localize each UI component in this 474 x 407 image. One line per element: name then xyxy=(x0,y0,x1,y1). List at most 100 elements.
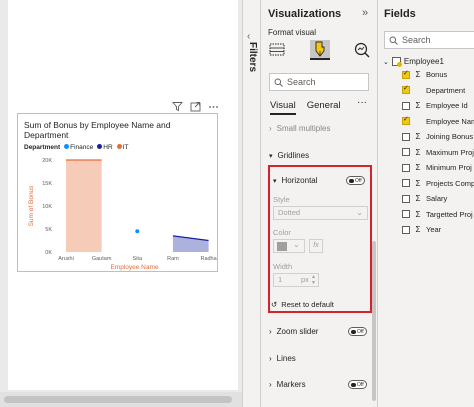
y-tick-label: 15K xyxy=(42,181,52,187)
lines-card[interactable]: › Lines xyxy=(269,354,296,363)
tab-visual[interactable]: Visual xyxy=(270,100,296,115)
field-item[interactable]: Σ Joining Bonus xyxy=(402,132,473,141)
field-label: Year xyxy=(426,225,442,234)
more-options-icon[interactable] xyxy=(208,101,219,112)
field-checkbox[interactable] xyxy=(402,101,410,110)
chevron-left-icon[interactable]: ‹ xyxy=(247,31,250,42)
sigma-icon: Σ xyxy=(415,163,421,172)
legend-item-finance[interactable]: Finance xyxy=(64,144,93,151)
small-multiples-card[interactable]: › Small multiples xyxy=(269,124,330,133)
field-checkbox[interactable] xyxy=(402,163,410,172)
horizontal-section-header[interactable]: ▾ Horizontal xyxy=(273,176,318,185)
field-checkbox[interactable] xyxy=(402,210,410,218)
legend-item-hr[interactable]: HR xyxy=(97,144,113,151)
sigma-icon: Σ xyxy=(415,101,421,110)
canvas-horizontal-scrollbar[interactable] xyxy=(0,392,242,407)
conditional-format-button[interactable]: fx xyxy=(309,239,323,253)
x-axis-title: Employee Name xyxy=(110,264,158,271)
more-options-icon[interactable]: ··· xyxy=(357,97,367,108)
reset-to-default-button[interactable]: ↺ Reset to default xyxy=(271,300,334,309)
legend-dot xyxy=(116,144,122,149)
field-checkbox[interactable] xyxy=(402,115,410,125)
field-checkbox[interactable] xyxy=(402,194,410,203)
focus-mode-icon[interactable] xyxy=(190,101,201,112)
horizontal-toggle[interactable]: Off xyxy=(346,176,365,185)
toggle-knob xyxy=(351,329,356,334)
chart-plot: 0K 5K 10K 15K 20K Arushi Gautam Sita Ram Radha Emp… xyxy=(28,158,218,271)
filters-label[interactable]: Filters xyxy=(247,42,258,72)
field-item[interactable]: Σ Salary xyxy=(402,194,447,203)
toggle-knob xyxy=(349,178,354,183)
toggle-state: Off xyxy=(357,329,364,335)
lines-label: Lines xyxy=(276,354,296,363)
markers-label: Markers xyxy=(276,380,306,389)
field-checkbox[interactable] xyxy=(402,148,410,156)
fields-search-input[interactable]: Search xyxy=(384,31,474,49)
format-pane-scrollbar[interactable] xyxy=(371,96,377,407)
chevron-right-icon: › xyxy=(269,124,272,133)
visualizations-title: Visualizations xyxy=(268,8,342,20)
legend-dot xyxy=(64,144,70,149)
field-item[interactable]: Σ Employee Id xyxy=(402,101,468,110)
stepper-icon[interactable]: ▲ ▼ xyxy=(311,274,316,286)
table-employee1[interactable]: ⌄ Employee1 xyxy=(383,57,444,67)
color-label: Color xyxy=(273,228,291,237)
scrollbar-thumb[interactable] xyxy=(372,241,376,401)
legend-item-it[interactable]: IT xyxy=(116,144,128,151)
field-label: Joining Bonus xyxy=(426,132,474,141)
field-item[interactable]: Σ Projects Comp xyxy=(402,179,474,188)
field-label: Bonus xyxy=(426,70,448,79)
toggle-knob xyxy=(351,382,356,387)
field-item[interactable]: Employee Nam xyxy=(402,115,474,126)
chevron-right-icon: › xyxy=(269,380,272,389)
width-input[interactable]: 1 px ▲ ▼ xyxy=(273,273,319,287)
sigma-icon: Σ xyxy=(415,194,421,203)
filter-icon[interactable] xyxy=(172,101,183,112)
toggle-state: Off xyxy=(355,178,362,184)
zoom-slider-card[interactable]: › Zoom slider xyxy=(269,327,318,336)
small-multiples-label: Small multiples xyxy=(276,124,331,133)
search-placeholder: Search xyxy=(402,35,431,45)
field-item[interactable]: Σ Year xyxy=(402,225,441,234)
field-item[interactable]: Σ Targetted Proj xyxy=(402,210,473,219)
y-tick-label: 0K xyxy=(45,250,52,256)
style-label: Style xyxy=(273,195,290,204)
field-checkbox[interactable] xyxy=(402,179,410,187)
visual-title: Sum of Bonus by Employee Name and Depart… xyxy=(24,120,171,140)
field-item[interactable]: Department xyxy=(402,84,465,95)
format-visual-icon[interactable] xyxy=(310,40,330,60)
markers-toggle[interactable]: Off xyxy=(348,380,367,389)
field-item[interactable]: Σ Minimum Proj xyxy=(402,163,472,172)
field-item[interactable]: Σ Maximum Proj xyxy=(402,148,474,157)
zoom-slider-label: Zoom slider xyxy=(276,327,319,336)
field-item[interactable]: Σ Bonus xyxy=(402,69,448,79)
scrollbar-thumb[interactable] xyxy=(4,396,232,403)
format-search-input[interactable]: Search xyxy=(269,73,369,91)
field-label: Projects Comp xyxy=(426,178,474,188)
build-visual-icon[interactable] xyxy=(267,40,287,60)
field-checkbox[interactable] xyxy=(402,132,410,141)
field-label: Targetted Proj xyxy=(426,209,473,219)
field-checkbox[interactable] xyxy=(402,84,410,94)
tab-general[interactable]: General xyxy=(307,100,341,115)
chevron-down-icon: ⌄ xyxy=(383,58,389,66)
collapse-pane-icon[interactable]: » xyxy=(362,7,368,19)
sigma-icon: Σ xyxy=(415,70,421,79)
x-tick-label: Gautam xyxy=(92,256,112,262)
area-chart-visual[interactable]: Sum of Bonus by Employee Name and Depart… xyxy=(17,113,218,272)
field-checkbox[interactable] xyxy=(402,69,410,79)
color-picker[interactable]: ⌄ xyxy=(273,239,305,253)
chevron-down-icon: ▾ xyxy=(273,177,277,185)
analytics-icon[interactable] xyxy=(352,40,372,60)
style-dropdown[interactable]: Dotted ⌄ xyxy=(273,206,368,220)
zoom-slider-toggle[interactable]: Off xyxy=(348,327,367,336)
x-tick-label: Radha xyxy=(200,256,217,262)
markers-card[interactable]: › Markers xyxy=(269,380,306,389)
gridlines-card-header[interactable]: ▾ Gridlines xyxy=(269,151,309,160)
search-icon xyxy=(389,36,398,45)
toggle-state: Off xyxy=(357,382,364,388)
sigma-icon: Σ xyxy=(415,147,421,157)
gridlines-label: Gridlines xyxy=(277,151,310,160)
filters-pane-collapsed[interactable]: ‹ Filters xyxy=(242,0,261,407)
field-checkbox[interactable] xyxy=(402,225,410,234)
